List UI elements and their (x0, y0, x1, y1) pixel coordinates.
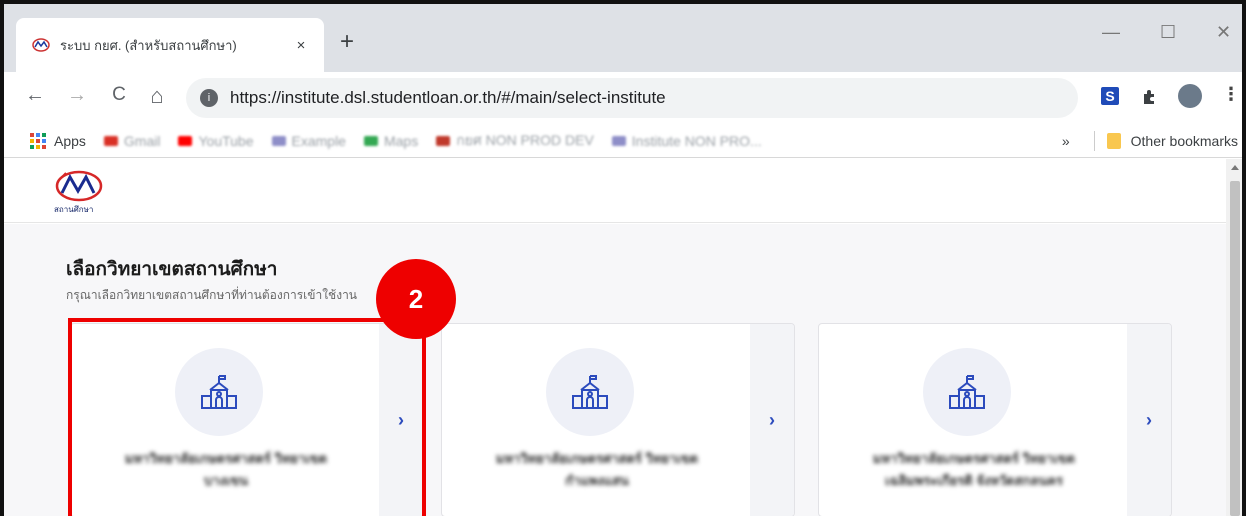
browser-tab[interactable]: ระบบ กยศ. (สำหรับสถานศึกษา) × (16, 18, 324, 72)
bookmark-institute-non-prod[interactable]: Institute NON PRO... (611, 133, 762, 149)
card-icon-circle (546, 348, 634, 436)
bookmarks-overflow-button[interactable]: » (1062, 133, 1070, 149)
institute-name: มหาวิทยาลัยเกษตรศาสตร์ วิทยาเขต กำแพงแสน (495, 451, 699, 488)
page-title: เลือกวิทยาเขตสถานศึกษา (66, 259, 278, 280)
bookmark-youtube[interactable]: YouTube (178, 133, 254, 149)
folder-icon (1106, 133, 1121, 149)
site-favicon-icon (32, 38, 50, 52)
bookmark-divider (1093, 131, 1095, 151)
reload-icon[interactable]: C (104, 84, 134, 106)
browser-toolbar: ← → C ⌂ i https://institute.dsl.studentl… (4, 72, 1242, 124)
institute-card[interactable]: มหาวิทยาลัยเกษตรศาสตร์ วิทยาเขต เฉลิมพระ… (818, 323, 1172, 516)
browser-menu-icon[interactable]: ⋮ (1222, 84, 1240, 105)
logo-caption: สถานศึกษา (54, 205, 94, 214)
home-icon[interactable]: ⌂ (142, 83, 172, 109)
institute-card[interactable]: มหาวิทยาลัยเกษตรศาสตร์ วิทยาเขต กำแพงแสน… (441, 323, 795, 516)
page-scrollbar[interactable] (1226, 159, 1242, 516)
bookmark-example[interactable]: Example (271, 133, 346, 149)
tab-close-icon[interactable]: × (292, 37, 310, 54)
chevron-right-icon[interactable]: › (750, 324, 794, 516)
close-window-button[interactable]: ✕ (1216, 22, 1231, 43)
maximize-button[interactable]: ☐ (1160, 22, 1176, 43)
back-icon[interactable]: ← (20, 84, 50, 107)
profile-avatar[interactable] (1178, 84, 1202, 108)
school-building-icon (572, 375, 608, 409)
new-tab-button[interactable]: + (340, 28, 354, 56)
bookmarks-bar: Apps Gmail YouTube Example Maps กยศ NON … (4, 124, 1242, 158)
apps-grid-icon (30, 132, 46, 149)
svg-text:S: S (1105, 88, 1114, 104)
address-bar[interactable]: i https://institute.dsl.studentloan.or.t… (186, 78, 1078, 118)
bookmark-maps[interactable]: Maps (363, 133, 418, 149)
url-text[interactable]: https://institute.dsl.studentloan.or.th/… (230, 88, 666, 108)
extension-s-icon[interactable]: S (1100, 86, 1120, 106)
page-subtitle: กรุณาเลือกวิทยาเขตสถานศึกษาที่ท่านต้องกา… (66, 288, 358, 302)
scrollbar-thumb[interactable] (1230, 181, 1240, 516)
extensions-puzzle-icon[interactable] (1140, 86, 1160, 106)
site-header: สถานศึกษา (4, 159, 1234, 223)
minimize-button[interactable]: — (1102, 22, 1120, 43)
other-bookmarks[interactable]: Other bookmarks (1131, 133, 1238, 149)
browser-window: ระบบ กยศ. (สำหรับสถานศึกษา) × + — ☐ ✕ ← … (0, 0, 1246, 516)
site-info-icon[interactable]: i (200, 89, 218, 107)
school-building-icon (949, 375, 985, 409)
scroll-up-arrow-icon[interactable] (1231, 165, 1239, 170)
annotation-highlight-box (68, 318, 426, 516)
tab-title: ระบบ กยศ. (สำหรับสถานศึกษา) (60, 37, 237, 53)
tab-strip: ระบบ กยศ. (สำหรับสถานศึกษา) × + — ☐ ✕ (4, 4, 1242, 72)
bookmark-gmail[interactable]: Gmail (103, 133, 160, 149)
annotation-step-badge: 2 (376, 259, 456, 339)
bookmark-non-prod-dev[interactable]: กยศ NON PROD DEV (436, 130, 594, 152)
forward-icon[interactable]: → (62, 84, 92, 107)
institute-name: มหาวิทยาลัยเกษตรศาสตร์ วิทยาเขต เฉลิมพระ… (872, 451, 1076, 488)
bookmark-apps[interactable]: Apps (54, 133, 86, 149)
bookmarks-right-group: » Other bookmarks (1062, 124, 1242, 158)
chevron-right-icon[interactable]: › (1127, 324, 1171, 516)
card-icon-circle (923, 348, 1011, 436)
